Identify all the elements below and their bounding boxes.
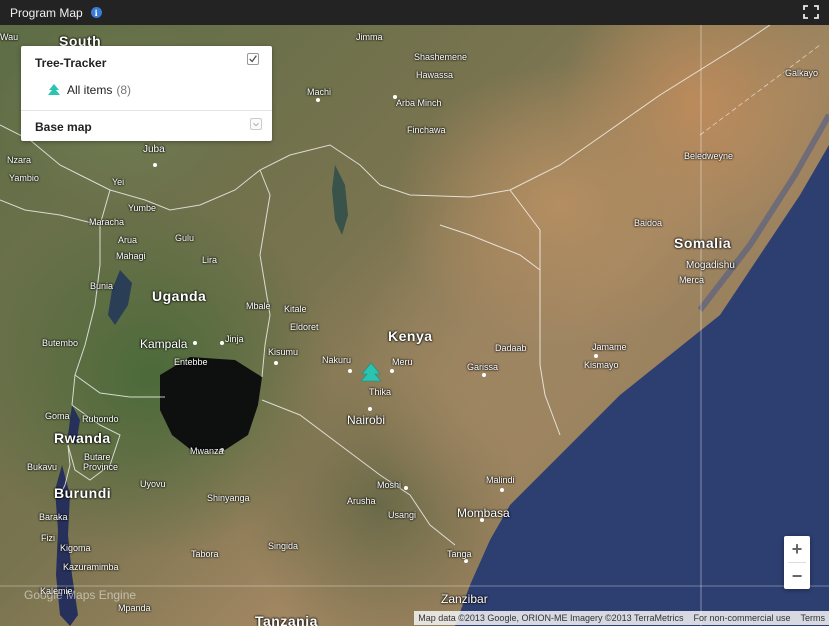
city-label: Dadaab xyxy=(495,343,527,353)
city-label: Mogadishu xyxy=(686,260,735,271)
city-label: Tabora xyxy=(191,549,219,559)
google-logo: Google Maps Engine xyxy=(24,588,137,602)
city-label: Beledweyne xyxy=(684,151,734,161)
city-label: Wau xyxy=(0,32,19,42)
zoom-control: + − xyxy=(784,536,810,589)
city-label: Ruhondo xyxy=(82,414,119,424)
city-label: Jinja xyxy=(225,334,244,344)
map-header: Program Map i xyxy=(0,0,829,25)
city-label: Hawassa xyxy=(416,70,454,80)
zoom-out-button[interactable]: − xyxy=(784,563,810,589)
city-label: Malindi xyxy=(486,475,515,485)
city-label: Moshi xyxy=(377,480,402,490)
city-label: Province xyxy=(83,462,119,472)
city-label: Meru xyxy=(392,357,413,367)
city-label: Mombasa xyxy=(457,506,510,520)
city-label: Tanga xyxy=(447,549,472,559)
city-label: Bukavu xyxy=(27,462,58,472)
city-label: Eldoret xyxy=(290,322,319,332)
city-label: Arba Minch xyxy=(396,98,442,108)
city-label: Yumbe xyxy=(128,203,157,213)
chevron-down-icon[interactable] xyxy=(250,118,262,130)
legend-item-label: All items xyxy=(67,83,113,97)
city-label: Arua xyxy=(118,235,138,245)
country-label: Rwanda xyxy=(54,430,111,446)
city-label: Kitale xyxy=(284,304,307,314)
city-label: Shashemene xyxy=(414,52,468,62)
city-label: Baraka xyxy=(39,512,68,522)
country-label: Tanzania xyxy=(255,613,318,626)
country-label: Uganda xyxy=(152,288,207,304)
city-label: Jamame xyxy=(592,342,627,352)
city-label: Machi xyxy=(307,87,332,97)
base-map-label: Base map xyxy=(35,120,92,134)
terms-link[interactable]: Terms xyxy=(801,613,826,623)
layer-legend: Tree-Tracker All items (8) Base map xyxy=(21,46,272,141)
layer-title: Tree-Tracker xyxy=(35,56,107,70)
city-label: Usangi xyxy=(388,510,417,520)
city-label: Nzara xyxy=(7,155,32,165)
map-data-credit: Map data ©2013 Google, ORION-ME Imagery … xyxy=(418,613,684,623)
non-commercial-note: For non-commercial use xyxy=(693,613,791,623)
city-label: Nakuru xyxy=(322,355,352,365)
city-label: Garissa xyxy=(467,362,499,372)
city-label: Fizi xyxy=(41,533,55,543)
info-icon[interactable]: i xyxy=(90,7,102,18)
country-label: Kenya xyxy=(388,328,433,344)
city-label: Kigoma xyxy=(60,543,91,553)
city-label: Mbale xyxy=(246,301,271,311)
tree-icon xyxy=(48,84,60,95)
city-label: Kazuramimba xyxy=(63,562,119,572)
city-label: Singida xyxy=(268,541,299,551)
fullscreen-icon[interactable] xyxy=(803,5,819,19)
city-label: Arusha xyxy=(347,496,376,506)
city-label: Thika xyxy=(369,387,392,397)
city-label: Finchawa xyxy=(407,125,446,135)
city-label: Galkayo xyxy=(785,68,819,78)
city-label: Gulu xyxy=(175,233,195,243)
layer-visibility-checkbox[interactable] xyxy=(247,53,259,65)
city-label: Kampala xyxy=(140,337,188,351)
city-label: Butembo xyxy=(42,338,79,348)
legend-item-count: (8) xyxy=(116,83,132,97)
city-label: Butare xyxy=(84,452,111,462)
city-label: Yambio xyxy=(9,173,39,183)
tree-marker-icon[interactable] xyxy=(359,362,383,384)
city-label: Mwanza xyxy=(190,446,224,456)
city-label: Lira xyxy=(202,255,218,265)
zoom-in-button[interactable]: + xyxy=(784,536,810,562)
country-label: Somalia xyxy=(674,235,732,251)
city-label: Mahagi xyxy=(116,251,146,261)
city-label: Merca xyxy=(679,275,705,285)
city-label: Mpanda xyxy=(118,603,151,613)
city-label: Entebbe xyxy=(174,357,208,367)
page-title: Program Map xyxy=(10,5,83,20)
city-label: Kisumu xyxy=(268,347,299,357)
map-attribution: Map data ©2013 Google, ORION-ME Imagery … xyxy=(414,611,829,625)
city-label: Kismayo xyxy=(584,360,619,370)
city-label: Nairobi xyxy=(347,413,386,427)
country-label: Burundi xyxy=(54,485,112,501)
legend-divider xyxy=(21,110,272,111)
city-label: Goma xyxy=(45,411,70,421)
city-label: Bunia xyxy=(90,281,114,291)
legend-item-all[interactable]: All items (8) xyxy=(47,83,131,97)
city-label: Yei xyxy=(112,177,125,187)
city-label: Shinyanga xyxy=(207,493,250,503)
city-label: Uyovu xyxy=(140,479,166,489)
city-label: Baidoa xyxy=(634,218,663,228)
city-label: Zanzibar xyxy=(441,592,488,606)
city-label: Juba xyxy=(143,144,165,155)
city-label: Jimma xyxy=(356,32,383,42)
city-label: Maracha xyxy=(89,217,125,227)
